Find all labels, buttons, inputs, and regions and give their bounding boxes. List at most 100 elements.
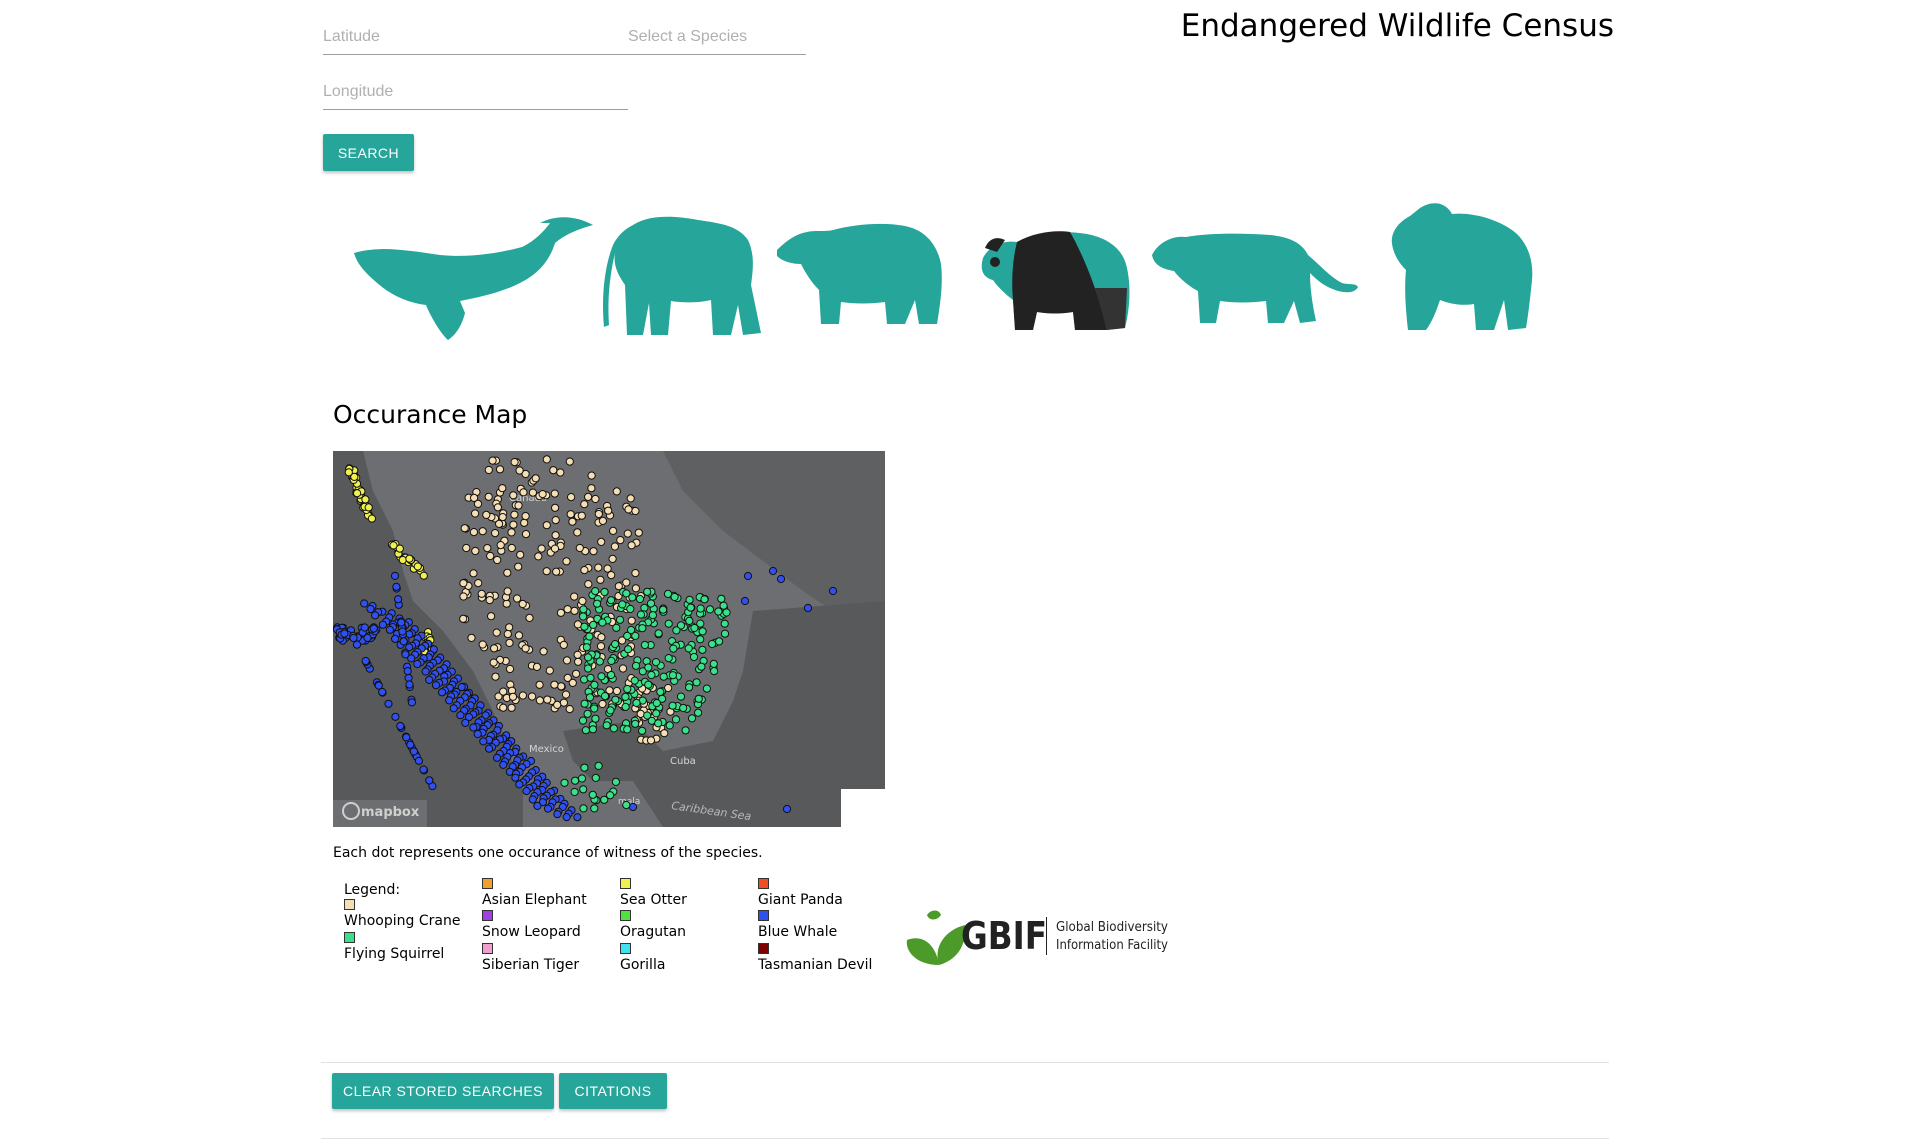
longitude-input[interactable] [323, 83, 628, 101]
occurrence-dot [720, 619, 729, 628]
occurrence-dot [461, 718, 470, 727]
search-button[interactable]: SEARCH [323, 134, 414, 171]
legend-item: Blue Whale [758, 910, 837, 940]
gbif-logo[interactable]: GBIF Global Biodiversity Information Fac… [905, 905, 1175, 967]
occurrence-dot [532, 662, 542, 671]
occurrence-dot [700, 595, 709, 604]
whale-icon[interactable] [350, 215, 595, 345]
mapbox-attribution[interactable]: mapbox [361, 805, 420, 820]
occurrence-dot [478, 527, 487, 536]
occurrence-dot [600, 692, 610, 701]
occurrence-dot [570, 592, 579, 601]
occurrence-dot [513, 594, 522, 603]
occurrence-dot [776, 574, 786, 584]
occurrence-dot [640, 640, 649, 650]
occurrence-dot [621, 702, 630, 711]
panda-icon[interactable] [975, 228, 1135, 338]
legend-item: Snow Leopard [482, 910, 581, 940]
occurrence-dot [698, 627, 707, 636]
longitude-field[interactable] [323, 75, 628, 110]
occurrence-dot [505, 623, 514, 632]
occurrence-dot [828, 586, 838, 596]
latitude-field[interactable] [323, 20, 629, 55]
occurrence-dot [402, 733, 411, 742]
occurrence-dot [560, 778, 569, 787]
occurrence-dot [644, 663, 653, 672]
occurrence-dot [535, 696, 544, 705]
occurrence-dot [575, 543, 584, 553]
occurrence-dot [492, 628, 501, 637]
occurrence-dot [591, 714, 600, 723]
bear-icon[interactable] [775, 220, 945, 330]
occurrence-dot [371, 611, 380, 620]
occurrence-dot [403, 667, 412, 676]
occurrence-dot [498, 484, 507, 493]
tiger-icon[interactable] [1150, 225, 1360, 335]
occurrence-dot [508, 692, 518, 701]
latitude-input[interactable] [323, 28, 629, 46]
occurrence-dot [528, 488, 537, 497]
occurrence-dot [670, 592, 679, 602]
occurrence-dot [588, 790, 597, 799]
occurrence-dot [340, 629, 349, 638]
occurrence-dot [612, 623, 621, 632]
occurrence-dot [586, 673, 595, 682]
legend-swatch [482, 910, 493, 921]
occurrence-dot [648, 611, 657, 620]
occurrence-dot [519, 488, 528, 497]
occurrence-map[interactable]: Canada Mexico Cuba mala Caribbean Sea ma… [333, 451, 885, 827]
occurrence-dot [671, 715, 681, 724]
occurrence-dot [528, 795, 537, 804]
occurrence-dot [543, 804, 553, 813]
occurrence-dot [584, 580, 593, 589]
occurrence-dot [622, 589, 631, 598]
gbif-line1: Global Biodiversity [1056, 920, 1168, 935]
occurrence-dot [611, 695, 620, 704]
occurrence-dot [567, 493, 576, 502]
occurrence-dot [515, 466, 524, 475]
legend-swatch [758, 910, 769, 921]
species-input[interactable] [628, 28, 806, 46]
legend-item: Siberian Tiger [482, 943, 579, 973]
occurrence-dot [631, 569, 640, 578]
occurrence-dot [612, 686, 621, 696]
occurrence-dot [482, 510, 491, 520]
map-control[interactable] [841, 789, 885, 827]
elephant-icon[interactable] [603, 215, 765, 340]
occurrence-dot [593, 599, 602, 608]
occurrence-dot [385, 625, 395, 634]
occurrence-dot [392, 582, 401, 591]
occurrence-dot [647, 670, 656, 680]
occurrence-dot [573, 650, 582, 659]
occurrence-dot [638, 624, 647, 633]
occurrence-dot [437, 688, 447, 697]
clear-stored-searches-button[interactable]: CLEAR STORED SEARCHES [332, 1073, 554, 1109]
occurrence-dot [621, 692, 630, 701]
occurrence-dot [396, 721, 405, 731]
legend-label: Gorilla [620, 957, 666, 973]
occurrence-dot [566, 510, 575, 519]
legend-label: Tasmanian Devil [758, 957, 873, 973]
occurrence-dot [698, 645, 707, 654]
occurrence-dot [413, 659, 422, 669]
occurrence-dot [630, 676, 639, 685]
occurrence-dot [722, 608, 731, 617]
gorilla-icon[interactable] [1380, 200, 1540, 335]
occurrence-dot [676, 692, 686, 701]
occurrence-dot [563, 605, 572, 614]
occurrence-dot [414, 756, 424, 765]
occurrence-dot [710, 667, 719, 676]
occurrence-dot [565, 457, 574, 466]
occurrence-dot [664, 654, 673, 663]
occurrence-dot [565, 705, 574, 714]
occurrence-dot [665, 721, 674, 730]
map-canvas[interactable]: Canada Mexico Cuba mala Caribbean Sea ma… [333, 451, 885, 827]
occurrence-dot [514, 562, 523, 571]
citations-button[interactable]: CITATIONS [559, 1073, 667, 1109]
occurrence-dot [743, 571, 753, 581]
species-select[interactable] [628, 20, 806, 55]
legend-label: Giant Panda [758, 892, 843, 908]
occurrence-dot [740, 596, 750, 606]
occurrence-dot [493, 503, 502, 512]
occurrence-dot [505, 664, 515, 674]
